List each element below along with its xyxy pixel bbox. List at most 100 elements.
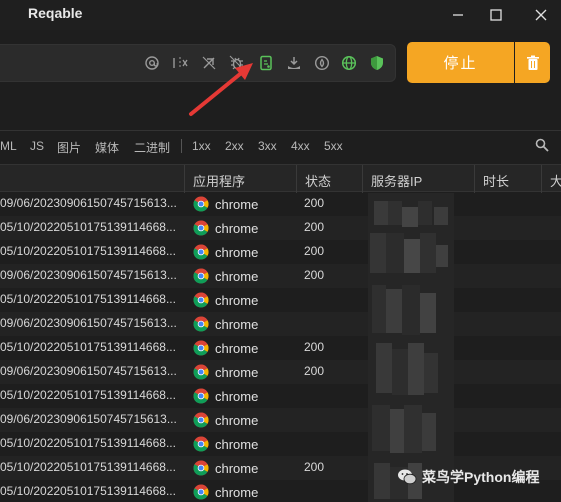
search-icon[interactable]	[535, 138, 549, 152]
chrome-icon	[193, 196, 209, 212]
table-row[interactable]: 09/06/20230906150745715613... chrome 200	[0, 360, 561, 384]
column-divider[interactable]	[362, 165, 363, 193]
column-server-ip[interactable]: 服务器IP	[371, 171, 422, 190]
chrome-icon	[193, 388, 209, 404]
chrome-icon	[193, 244, 209, 260]
table-header: 应用程序 状态 服务器IP 时长 大	[0, 164, 561, 193]
request-list: 09/06/20230906150745715613... chrome 200 05…	[0, 192, 561, 502]
filter-html[interactable]: ML	[0, 139, 17, 153]
status-code: 200	[304, 220, 325, 234]
table-row[interactable]: 09/06/20230906150745715613... chrome 200	[0, 192, 561, 216]
table-row[interactable]: 09/06/20230906150745715613... chrome	[0, 408, 561, 432]
table-row[interactable]: 05/10/20220510175139114668... chrome	[0, 288, 561, 312]
filter-binary[interactable]: 二进制	[134, 139, 170, 156]
table-row[interactable]: 05/10/20220510175139114668... chrome 200	[0, 240, 561, 264]
column-divider[interactable]	[541, 165, 542, 193]
request-url: 05/10/20220510175139114668...	[0, 484, 176, 498]
app-name: chrome	[215, 196, 259, 212]
app-cell: chrome	[193, 219, 258, 237]
app-cell: chrome	[193, 387, 258, 405]
request-url: 09/06/20230906150745715613...	[0, 268, 177, 282]
watermark: 菜鸟学Python编程	[397, 466, 539, 488]
app-name: chrome	[215, 268, 259, 284]
globe-icon[interactable]	[341, 55, 357, 71]
request-url: 05/10/20220510175139114668...	[0, 292, 176, 306]
chrome-icon	[193, 292, 209, 308]
window-title: Reqable	[28, 5, 83, 21]
table-row[interactable]: 05/10/20220510175139114668... chrome	[0, 432, 561, 456]
app-name: chrome	[215, 364, 259, 380]
request-url: 05/10/20220510175139114668...	[0, 460, 176, 474]
status-code: 200	[304, 196, 325, 210]
request-url: 09/06/20230906150745715613...	[0, 412, 177, 426]
app-cell: chrome	[193, 291, 258, 309]
column-divider[interactable]	[296, 165, 297, 193]
chrome-icon	[193, 436, 209, 452]
minimize-icon	[453, 14, 463, 16]
filter-3xx[interactable]: 3xx	[258, 139, 277, 153]
column-duration[interactable]: 时长	[483, 171, 509, 190]
chrome-icon	[193, 412, 209, 428]
column-divider[interactable]	[474, 165, 475, 193]
watermark-text: 菜鸟学Python编程	[422, 469, 540, 485]
status-code: 200	[304, 244, 325, 258]
request-url: 05/10/20220510175139114668...	[0, 388, 176, 402]
maximize-icon	[490, 9, 502, 21]
column-app[interactable]: 应用程序	[193, 171, 245, 190]
column-divider[interactable]	[184, 165, 185, 193]
status-code: 200	[304, 364, 325, 378]
table-row[interactable]: 05/10/20220510175139114668... chrome 200	[0, 336, 561, 360]
table-row[interactable]: 05/10/20220510175139114668... chrome 200	[0, 216, 561, 240]
maximize-button[interactable]	[479, 0, 513, 30]
column-size[interactable]: 大	[550, 171, 561, 190]
app-cell: chrome	[193, 243, 258, 261]
filter-4xx[interactable]: 4xx	[291, 139, 310, 153]
request-url: 05/10/20220510175139114668...	[0, 244, 176, 258]
app-cell: chrome	[193, 411, 258, 429]
status-code: 200	[304, 460, 325, 474]
redaction-mosaic	[368, 193, 454, 502]
app-cell: chrome	[193, 483, 258, 501]
script-icon[interactable]	[258, 55, 274, 71]
filter-5xx[interactable]: 5xx	[324, 139, 343, 153]
shield-icon[interactable]	[369, 55, 385, 71]
close-icon	[535, 9, 547, 21]
table-row[interactable]: 09/06/20230906150745715613... chrome	[0, 312, 561, 336]
download-icon[interactable]	[286, 55, 302, 71]
table-row[interactable]: 09/06/20230906150745715613... chrome 200	[0, 264, 561, 288]
app-cell: chrome	[193, 339, 258, 357]
close-button[interactable]	[524, 0, 558, 30]
app-name: chrome	[215, 220, 259, 236]
app-name: chrome	[215, 292, 259, 308]
at-icon[interactable]	[144, 55, 160, 71]
app-name: chrome	[215, 340, 259, 356]
app-cell: chrome	[193, 267, 258, 285]
filter-image[interactable]: 图片	[57, 139, 81, 156]
clear-button[interactable]	[515, 42, 550, 83]
request-url: 05/10/20220510175139114668...	[0, 220, 176, 234]
table-row[interactable]: 05/10/20220510175139114668... chrome	[0, 384, 561, 408]
filter-1xx[interactable]: 1xx	[192, 139, 211, 153]
stop-button[interactable]: 停止	[407, 42, 514, 83]
filter-2xx[interactable]: 2xx	[225, 139, 244, 153]
app-name: chrome	[215, 484, 259, 500]
chrome-icon	[193, 316, 209, 332]
cloud-drop-icon[interactable]	[314, 55, 330, 71]
chrome-icon	[193, 460, 209, 476]
app-cell: chrome	[193, 435, 258, 453]
app-name: chrome	[215, 388, 259, 404]
chrome-icon	[193, 340, 209, 356]
minimize-button[interactable]	[441, 0, 475, 30]
annotation-arrow-icon	[189, 63, 253, 116]
app-cell: chrome	[193, 363, 258, 381]
trash-icon	[526, 55, 539, 70]
chrome-icon	[193, 220, 209, 236]
app-name: chrome	[215, 316, 259, 332]
filter-js[interactable]: JS	[30, 139, 44, 153]
app-cell: chrome	[193, 459, 258, 477]
chrome-icon	[193, 484, 209, 500]
column-status[interactable]: 状态	[305, 171, 331, 190]
filter-media[interactable]: 媒体	[95, 139, 119, 156]
wechat-icon	[398, 469, 417, 485]
app-cell: chrome	[193, 195, 258, 213]
